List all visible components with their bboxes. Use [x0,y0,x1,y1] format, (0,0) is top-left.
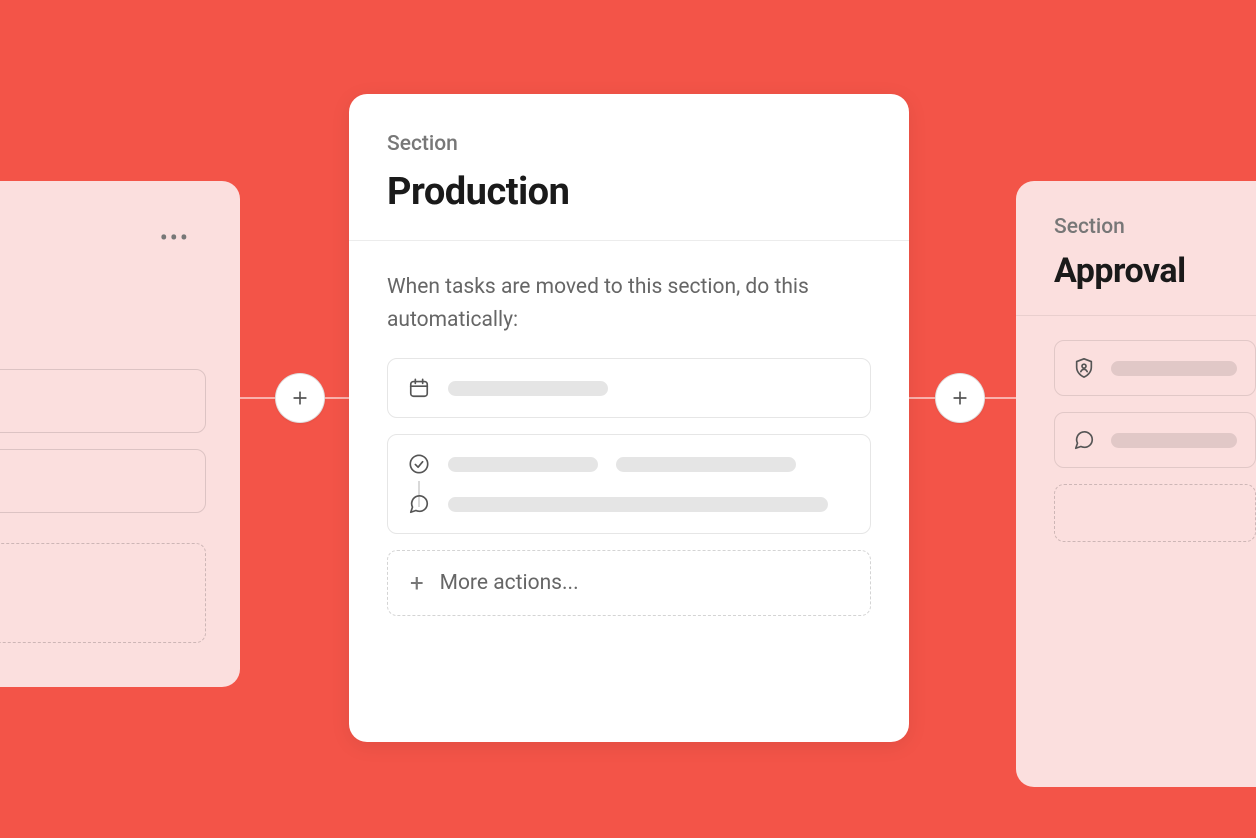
card-body: When tasks are moved to this section, do… [349,241,909,644]
section-card-left: ••• [0,181,240,687]
automation-rule[interactable] [387,358,871,418]
add-rule-slot[interactable] [1054,484,1256,542]
automation-rule[interactable] [1054,340,1256,396]
rule-placeholder [448,457,598,472]
rule-placeholder [448,497,828,512]
plus-icon: + [410,573,424,593]
add-rule-slot[interactable] [0,543,206,643]
section-label: Section [1054,215,1256,239]
section-title: Approval [1054,251,1256,291]
add-section-right-button[interactable] [935,373,985,423]
check-circle-icon [408,453,430,475]
section-title: Production [387,170,871,214]
rule-placeholder [616,457,796,472]
rule-placeholder [448,381,608,396]
comment-icon [408,493,430,515]
rule-placeholder [1111,433,1237,448]
card-header: Section Approval [1016,181,1256,316]
automation-description: When tasks are moved to this section, do… [387,271,871,336]
automation-rule[interactable] [1054,412,1256,468]
comment-icon [1073,429,1095,451]
calendar-icon [408,377,430,399]
rule-slot[interactable] [0,449,206,513]
card-header: Section Production [349,94,909,241]
more-options-icon[interactable]: ••• [160,235,190,241]
automation-rule[interactable] [387,434,871,534]
section-label: Section [387,132,871,156]
assignee-icon [1073,357,1095,379]
card-body [1016,316,1256,562]
more-actions-label: More actions... [440,571,579,595]
section-card-approval: Section Approval [1016,181,1256,787]
add-section-left-button[interactable] [275,373,325,423]
more-actions-button[interactable]: + More actions... [387,550,871,616]
rule-placeholder [1111,361,1237,376]
section-card-production: Section Production When tasks are moved … [349,94,909,742]
rule-slot[interactable] [0,369,206,433]
